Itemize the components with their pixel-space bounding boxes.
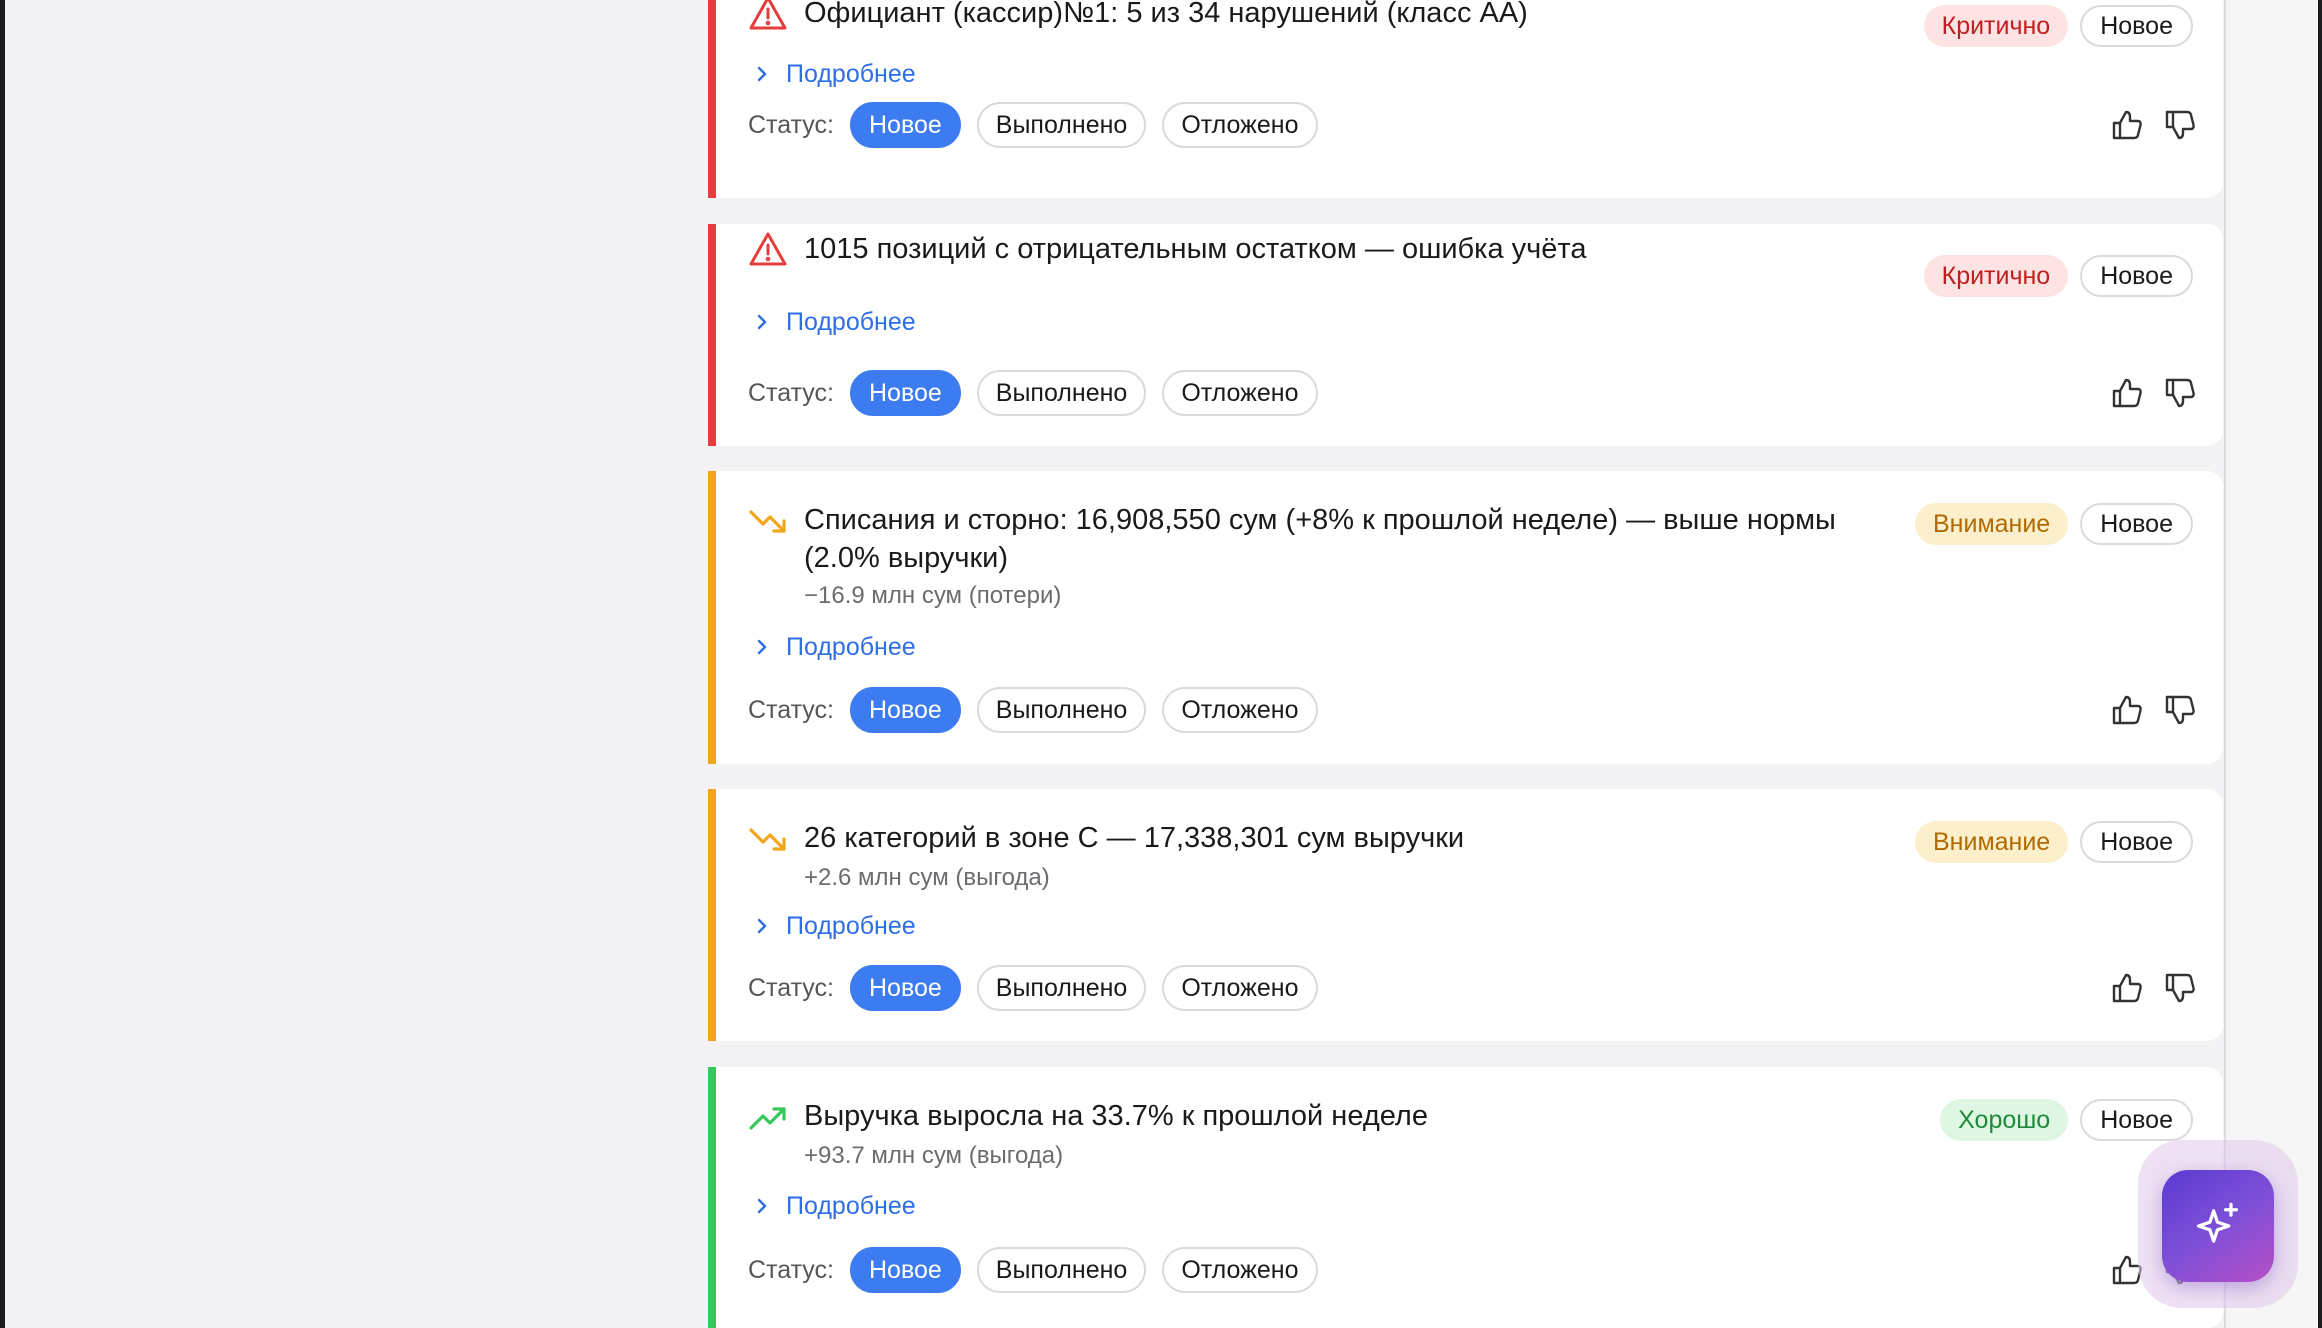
status-label: Статус:	[748, 1255, 834, 1284]
severity-stripe	[708, 789, 716, 1041]
status-selector: Статус: Новое Выполнено Отложено	[748, 1247, 1334, 1293]
state-badge: Новое	[2080, 503, 2193, 545]
recommendation-card: Официант (кассир)№1: 5 из 34 нарушений (…	[708, 0, 2223, 198]
chevron-right-icon	[757, 66, 767, 82]
severity-badge: Внимание	[1915, 503, 2069, 545]
state-badge: Новое	[2080, 821, 2193, 863]
status-option[interactable]: Новое	[849, 1247, 961, 1293]
status-label: Статус:	[748, 695, 834, 724]
thumbs-down-icon[interactable]	[2163, 971, 2197, 1005]
status-option[interactable]: Выполнено	[976, 687, 1147, 733]
severity-stripe	[708, 471, 716, 764]
recommendation-card: Выручка выросла на 33.7% к прошлой недел…	[708, 1067, 2223, 1328]
status-option[interactable]: Отложено	[1162, 1247, 1318, 1293]
details-label: Подробнее	[786, 308, 916, 336]
status-option[interactable]: Отложено	[1162, 102, 1318, 148]
thumbs-up-icon[interactable]	[2110, 108, 2144, 142]
thumbs-down-icon[interactable]	[2163, 108, 2197, 142]
status-selector: Статус: Новое Выполнено Отложено	[748, 965, 1334, 1011]
trend-down-icon	[748, 818, 788, 858]
status-selector: Статус: Новое Выполнено Отложено	[748, 370, 1334, 416]
state-badge: Новое	[2080, 1099, 2193, 1141]
status-selector: Статус: Новое Выполнено Отложено	[748, 102, 1334, 148]
status-option[interactable]: Новое	[849, 687, 961, 733]
thumbs-up-icon[interactable]	[2110, 693, 2144, 727]
recommendation-card: 26 категорий в зоне С — 17,338,301 сум в…	[708, 789, 2223, 1041]
window-left-edge	[0, 0, 5, 1328]
status-option[interactable]: Выполнено	[976, 102, 1147, 148]
right-side-panel	[2224, 0, 2320, 1328]
details-label: Подробнее	[786, 1192, 916, 1220]
details-toggle[interactable]: Подробнее	[752, 632, 916, 662]
chevron-right-icon	[757, 1198, 767, 1214]
status-selector: Статус: Новое Выполнено Отложено	[748, 687, 1334, 733]
alert-triangle-icon	[748, 0, 788, 33]
state-badge: Новое	[2080, 255, 2193, 297]
status-option[interactable]: Новое	[849, 102, 961, 148]
severity-stripe	[708, 224, 716, 446]
severity-stripe	[708, 0, 716, 198]
severity-badge: Внимание	[1915, 821, 2069, 863]
alert-triangle-icon	[748, 229, 788, 269]
thumbs-down-icon[interactable]	[2163, 693, 2197, 727]
ai-assistant-button[interactable]	[2162, 1170, 2274, 1282]
thumbs-down-icon[interactable]	[2163, 376, 2197, 410]
status-option[interactable]: Отложено	[1162, 370, 1318, 416]
status-option[interactable]: Новое	[849, 370, 961, 416]
severity-badge: Критично	[1923, 255, 2069, 297]
card-title: 1015 позиций с отрицательным остатком — …	[804, 233, 1587, 265]
chevron-right-icon	[757, 314, 767, 330]
sparkles-icon	[2196, 1202, 2239, 1243]
severity-badge: Хорошо	[1940, 1099, 2069, 1141]
details-toggle[interactable]: Подробнее	[752, 1191, 916, 1221]
severity-badge: Критично	[1923, 5, 2069, 47]
state-badge: Новое	[2080, 5, 2193, 47]
card-title: Выручка выросла на 33.7% к прошлой недел…	[804, 1100, 1428, 1132]
severity-stripe	[708, 1067, 716, 1328]
recommendation-card: 1015 позиций с отрицательным остатком — …	[708, 224, 2223, 446]
card-impact: +2.6 млн сум (выгода)	[804, 864, 1050, 891]
card-title: Списания и сторно: 16,908,550 сум (+8% к…	[804, 504, 1836, 574]
card-title: Официант (кассир)№1: 5 из 34 нарушений (…	[804, 0, 1528, 29]
details-label: Подробнее	[786, 633, 916, 661]
recommendation-card: Списания и сторно: 16,908,550 сум (+8% к…	[708, 471, 2223, 764]
details-toggle[interactable]: Подробнее	[752, 307, 916, 337]
trend-up-icon	[748, 1096, 788, 1136]
status-label: Статус:	[748, 973, 834, 1002]
details-label: Подробнее	[786, 60, 916, 88]
card-title: 26 категорий в зоне С — 17,338,301 сум в…	[804, 822, 1465, 854]
chevron-right-icon	[757, 639, 767, 655]
chevron-right-icon	[757, 918, 767, 934]
status-option[interactable]: Новое	[849, 965, 961, 1011]
status-option[interactable]: Отложено	[1162, 965, 1318, 1011]
card-impact: +93.7 млн сум (выгода)	[804, 1142, 1064, 1169]
details-label: Подробнее	[786, 912, 916, 940]
status-option[interactable]: Выполнено	[976, 370, 1147, 416]
details-toggle[interactable]: Подробнее	[752, 911, 916, 941]
thumbs-up-icon[interactable]	[2110, 376, 2144, 410]
status-option[interactable]: Отложено	[1162, 687, 1318, 733]
window-right-edge	[2318, 0, 2322, 1328]
status-option[interactable]: Выполнено	[976, 1247, 1147, 1293]
details-toggle[interactable]: Подробнее	[752, 59, 916, 89]
thumbs-up-icon[interactable]	[2110, 971, 2144, 1005]
status-label: Статус:	[748, 110, 834, 139]
card-impact: −16.9 млн сум (потери)	[804, 582, 1062, 609]
trend-down-icon	[748, 500, 788, 540]
status-label: Статус:	[748, 378, 834, 407]
status-option[interactable]: Выполнено	[976, 965, 1147, 1011]
